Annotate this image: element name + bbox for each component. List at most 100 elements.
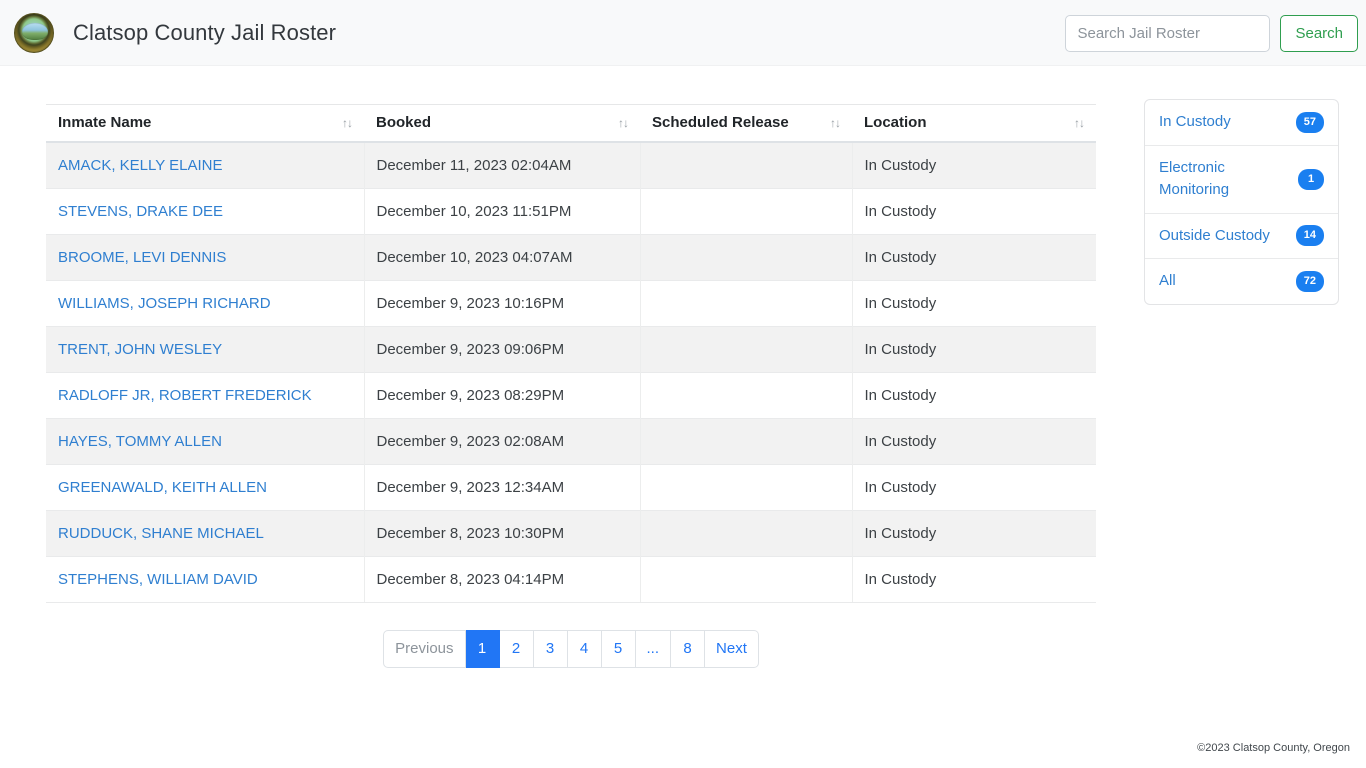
table-header-row: Inmate Name ↑↓ Booked ↑↓ <box>46 105 1096 143</box>
pagination-container: Previous12345...8Next <box>46 630 1096 668</box>
brand[interactable]: Clatsop County Jail Roster <box>0 13 336 53</box>
table-body: AMACK, KELLY ELAINE December 11, 2023 02:… <box>46 142 1096 603</box>
cell-booked: December 9, 2023 08:29PM <box>364 373 640 419</box>
table-row: WILLIAMS, JOSEPH RICHARD December 9, 2023… <box>46 281 1096 327</box>
cell-scheduled-release <box>640 281 852 327</box>
table-row: HAYES, TOMMY ALLENDecember 9, 2023 02:08… <box>46 419 1096 465</box>
inmate-name-link[interactable]: GREENAWALD, KEITH ALLEN <box>58 479 267 496</box>
inmate-name-link[interactable]: STEVENS, DRAKE DEE <box>58 203 223 220</box>
sidebar: In Custody57Electronic Monitoring1Outsid… <box>1098 66 1366 305</box>
page-title: Clatsop County Jail Roster <box>73 20 336 46</box>
cell-location: In Custody <box>852 465 1096 511</box>
cell-location: In Custody <box>852 511 1096 557</box>
top-navbar: Clatsop County Jail Roster Search <box>0 0 1366 66</box>
inmate-name-link[interactable]: TRENT, JOHN WESLEY <box>58 341 222 358</box>
cell-location: In Custody <box>852 373 1096 419</box>
cell-scheduled-release <box>640 557 852 603</box>
cell-location: In Custody <box>852 189 1096 235</box>
pagination-page-5[interactable]: 5 <box>602 630 636 668</box>
cell-inmate-name: AMACK, KELLY ELAINE <box>46 142 364 189</box>
sort-arrows-icon[interactable]: ↑↓ <box>342 116 352 130</box>
pagination-page-3[interactable]: 3 <box>534 630 568 668</box>
column-label: Inmate Name <box>58 114 151 131</box>
cell-inmate-name: BROOME, LEVI DENNIS <box>46 235 364 281</box>
column-label: Scheduled Release <box>652 114 789 131</box>
filter-item-outside-custody[interactable]: Outside Custody 14 <box>1145 214 1338 260</box>
pagination: Previous12345...8Next <box>383 630 759 668</box>
table-row: RADLOFF JR, ROBERT FREDERICK December 9, … <box>46 373 1096 419</box>
cell-scheduled-release <box>640 373 852 419</box>
column-header-location[interactable]: Location ↑↓ <box>852 105 1096 143</box>
column-header-booked[interactable]: Booked ↑↓ <box>364 105 640 143</box>
cell-inmate-name: RADLOFF JR, ROBERT FREDERICK <box>46 373 364 419</box>
column-label: Booked <box>376 114 431 131</box>
cell-booked: December 9, 2023 10:16PM <box>364 281 640 327</box>
table-row: BROOME, LEVI DENNIS December 10, 2023 04:… <box>46 235 1096 281</box>
search-button[interactable]: Search <box>1280 15 1358 52</box>
filter-item-all[interactable]: All72 <box>1145 259 1338 304</box>
footer-copyright: ©2023 Clatsop County, Oregon <box>1197 742 1350 754</box>
filter-item-count-badge: 57 <box>1296 112 1324 133</box>
filter-item-label: Outside Custody <box>1159 225 1290 248</box>
cell-inmate-name: STEVENS, DRAKE DEE <box>46 189 364 235</box>
page-content: Inmate Name ↑↓ Booked ↑↓ <box>0 66 1366 668</box>
cell-scheduled-release <box>640 142 852 189</box>
cell-inmate-name: STEPHENS, WILLIAM DAVID <box>46 557 364 603</box>
cell-inmate-name: HAYES, TOMMY ALLEN <box>46 419 364 465</box>
custody-filter-list: In Custody57Electronic Monitoring1Outsid… <box>1144 99 1339 305</box>
cell-booked: December 8, 2023 04:14PM <box>364 557 640 603</box>
sort-arrows-icon[interactable]: ↑↓ <box>618 116 628 130</box>
column-label: Location <box>864 114 927 131</box>
inmate-name-link[interactable]: WILLIAMS, JOSEPH RICHARD <box>58 295 271 312</box>
sort-arrows-icon[interactable]: ↑↓ <box>830 116 840 130</box>
cell-scheduled-release <box>640 189 852 235</box>
search-form: Search <box>1065 15 1358 52</box>
table-row: STEVENS, DRAKE DEE December 10, 2023 11:5… <box>46 189 1096 235</box>
table-row: GREENAWALD, KEITH ALLENDecember 9, 2023 … <box>46 465 1096 511</box>
cell-location: In Custody <box>852 419 1096 465</box>
inmate-name-link[interactable]: RADLOFF JR, ROBERT FREDERICK <box>58 387 312 404</box>
cell-location: In Custody <box>852 327 1096 373</box>
cell-scheduled-release <box>640 419 852 465</box>
pagination-next[interactable]: Next <box>705 630 759 668</box>
column-header-inmate-name[interactable]: Inmate Name ↑↓ <box>46 105 364 143</box>
filter-item-electronic-monitoring[interactable]: Electronic Monitoring1 <box>1145 146 1338 214</box>
filter-item-label: All <box>1159 270 1290 293</box>
table-row: RUDDUCK, SHANE MICHAEL December 8, 2023 1… <box>46 511 1096 557</box>
search-input[interactable] <box>1065 15 1270 52</box>
pagination-page-4[interactable]: 4 <box>568 630 602 668</box>
cell-location: In Custody <box>852 557 1096 603</box>
cell-booked: December 10, 2023 04:07AM <box>364 235 640 281</box>
column-header-scheduled-release[interactable]: Scheduled Release ↑↓ <box>640 105 852 143</box>
cell-booked: December 11, 2023 02:04AM <box>364 142 640 189</box>
roster-table: Inmate Name ↑↓ Booked ↑↓ <box>46 104 1096 603</box>
pagination-page-1[interactable]: 1 <box>466 630 500 668</box>
cell-scheduled-release <box>640 465 852 511</box>
cell-location: In Custody <box>852 235 1096 281</box>
filter-item-count-badge: 14 <box>1296 225 1324 246</box>
inmate-name-link[interactable]: BROOME, LEVI DENNIS <box>58 249 226 266</box>
inmate-name-link[interactable]: HAYES, TOMMY ALLEN <box>58 433 222 450</box>
pagination-page-8[interactable]: 8 <box>671 630 705 668</box>
cell-inmate-name: RUDDUCK, SHANE MICHAEL <box>46 511 364 557</box>
inmate-name-link[interactable]: RUDDUCK, SHANE MICHAEL <box>58 525 264 542</box>
cell-booked: December 9, 2023 09:06PM <box>364 327 640 373</box>
cell-scheduled-release <box>640 327 852 373</box>
pagination-previous: Previous <box>383 630 465 668</box>
inmate-name-link[interactable]: STEPHENS, WILLIAM DAVID <box>58 571 258 588</box>
pagination-ellipsis: ... <box>636 630 672 668</box>
sort-arrows-icon[interactable]: ↑↓ <box>1074 116 1084 130</box>
jail-roster-page: Clatsop County Jail Roster Search Inmate… <box>0 0 1366 768</box>
inmate-name-link[interactable]: AMACK, KELLY ELAINE <box>58 157 223 174</box>
table-row: STEPHENS, WILLIAM DAVID December 8, 2023 … <box>46 557 1096 603</box>
cell-booked: December 8, 2023 10:30PM <box>364 511 640 557</box>
cell-inmate-name: GREENAWALD, KEITH ALLEN <box>46 465 364 511</box>
cell-location: In Custody <box>852 281 1096 327</box>
pagination-page-2[interactable]: 2 <box>500 630 534 668</box>
table-row: TRENT, JOHN WESLEY December 9, 2023 09:06… <box>46 327 1096 373</box>
filter-item-in-custody[interactable]: In Custody57 <box>1145 100 1338 146</box>
county-seal-icon <box>14 13 54 53</box>
cell-booked: December 10, 2023 11:51PM <box>364 189 640 235</box>
cell-inmate-name: TRENT, JOHN WESLEY <box>46 327 364 373</box>
filter-item-count-badge: 1 <box>1298 169 1324 190</box>
